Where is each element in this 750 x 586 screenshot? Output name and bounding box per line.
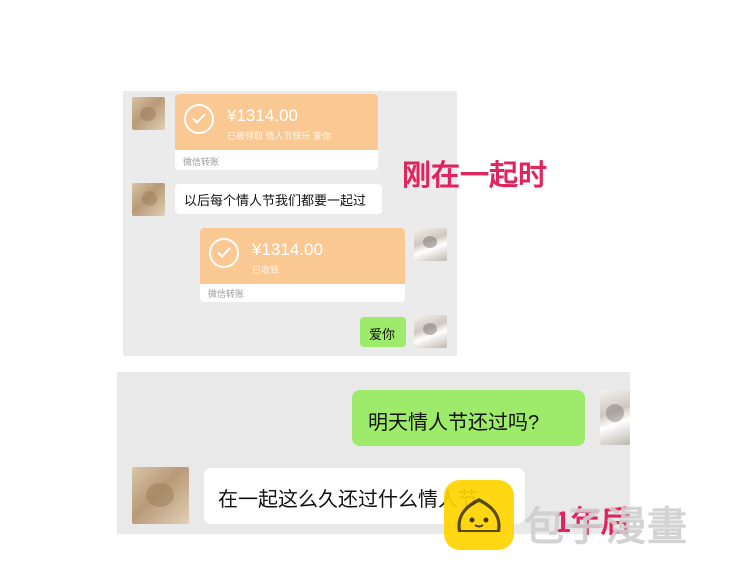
transfer-label: 微信转账 <box>183 157 220 167</box>
bun-mascot-icon <box>444 480 514 550</box>
avatar-self[interactable] <box>600 390 630 445</box>
avatar-partner[interactable] <box>132 183 165 216</box>
transfer-status: 已被领取 情人节快乐 爱你 <box>227 131 332 141</box>
transfer-label: 微信转账 <box>208 289 245 299</box>
message-bubble-incoming[interactable]: 以后每个情人节我们都要一起过 <box>175 184 382 214</box>
message-bubble-outgoing[interactable]: 爱你 <box>360 317 406 347</box>
transfer-status: 已收钱 <box>252 265 280 275</box>
message-bubble-outgoing[interactable]: 明天情人节还过吗? <box>352 390 585 446</box>
transfer-card-header: ¥1314.00 已被领取 情人节快乐 爱你 <box>175 94 378 150</box>
avatar-self[interactable] <box>414 315 447 348</box>
check-circle-icon <box>184 104 214 134</box>
avatar-partner[interactable] <box>132 97 165 130</box>
avatar-self[interactable] <box>414 228 447 261</box>
transfer-amount: ¥1314.00 <box>252 240 323 259</box>
annotation-early: 刚在一起时 <box>402 160 548 192</box>
transfer-card-sent[interactable]: ¥1314.00 已收钱 微信转账 <box>200 228 405 302</box>
chat-screenshot-early: ¥1314.00 已被领取 情人节快乐 爱你 微信转账 以后每个情人节我们都要一… <box>123 91 457 356</box>
transfer-card-header: ¥1314.00 已收钱 <box>200 228 405 284</box>
transfer-card-received[interactable]: ¥1314.00 已被领取 情人节快乐 爱你 微信转账 <box>175 94 378 170</box>
transfer-amount: ¥1314.00 <box>227 106 298 125</box>
avatar-partner[interactable] <box>132 467 189 524</box>
watermark-text: 包子漫畫 <box>524 505 688 549</box>
check-circle-icon <box>209 238 239 268</box>
